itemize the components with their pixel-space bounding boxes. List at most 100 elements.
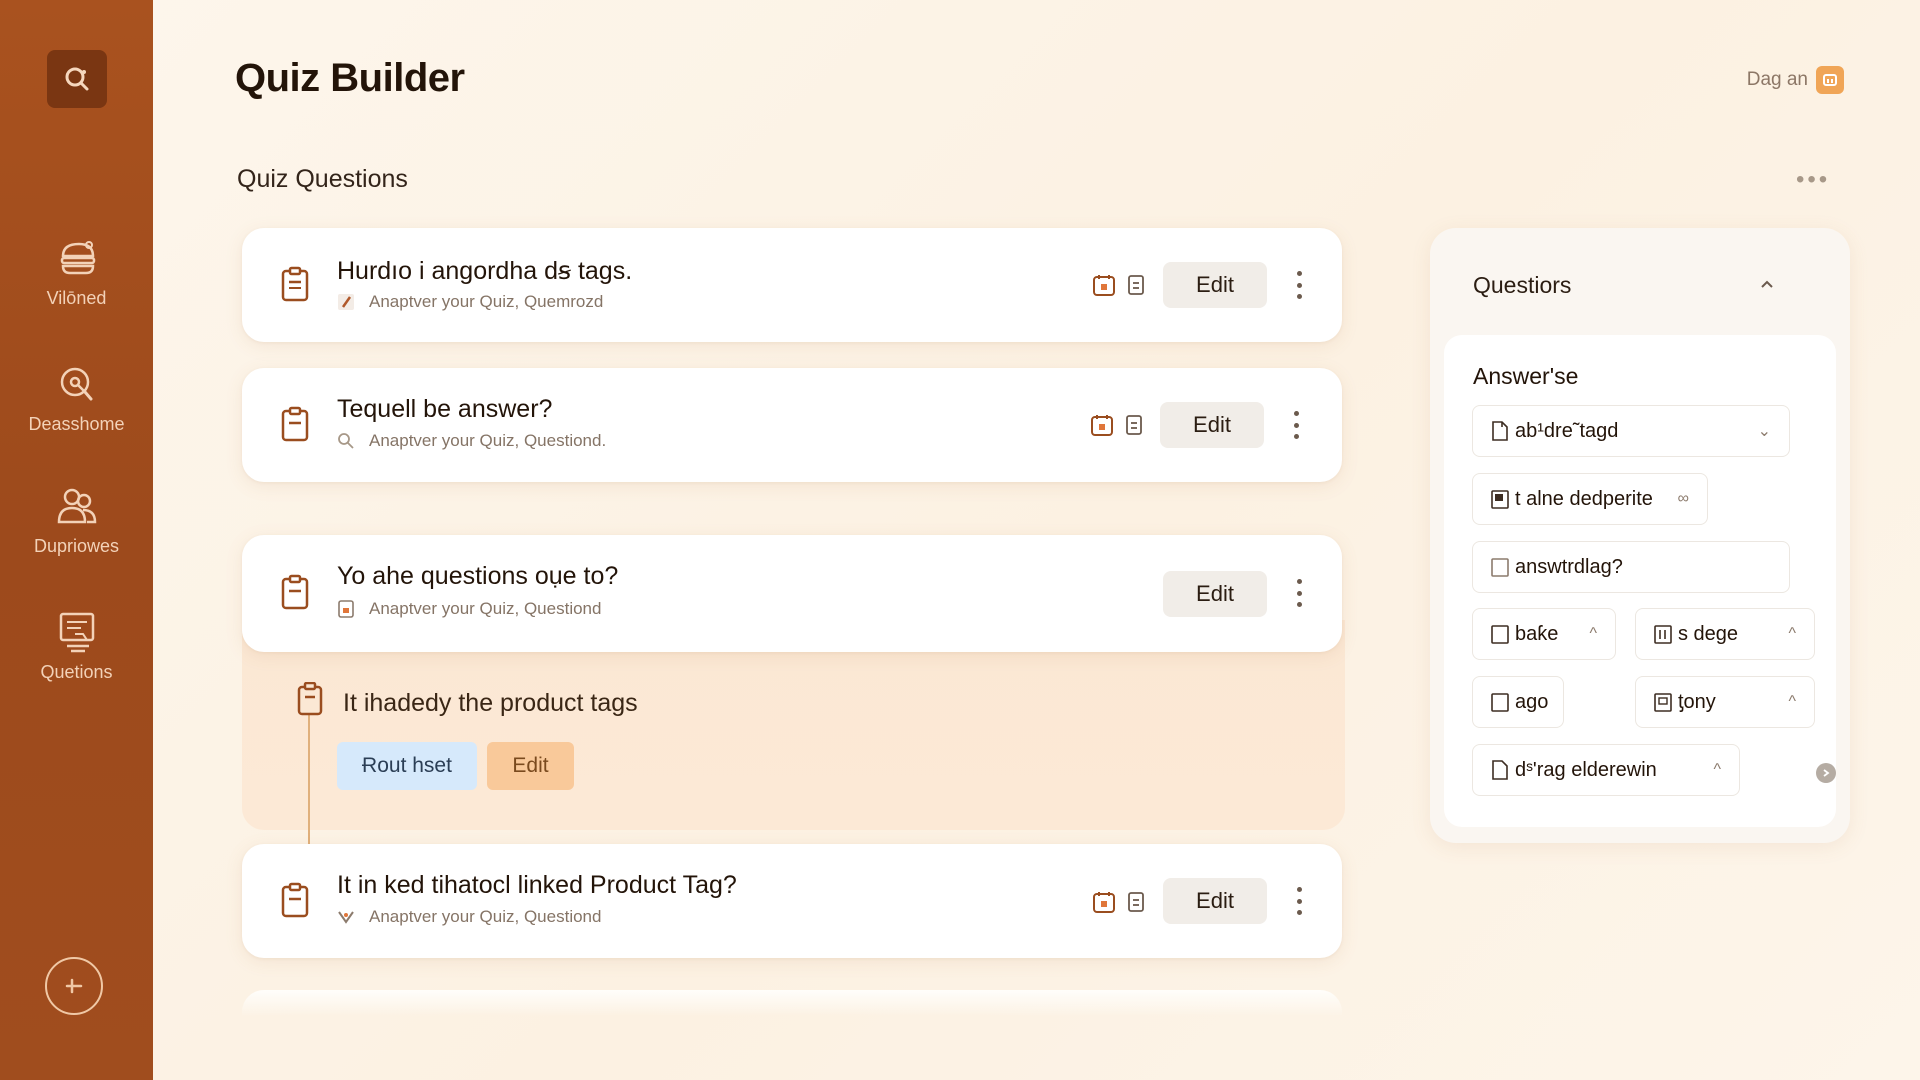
sidebar-item-viloned[interactable]: Vilōned xyxy=(0,236,153,309)
file-icon xyxy=(1654,625,1672,644)
clipboard-icon xyxy=(281,882,309,918)
answers-card: Answer'se ab¹dre˜tagd ⌄ t alne dedperite… xyxy=(1444,335,1836,827)
question-card[interactable]: It in ked tihatocl linked Product Tag? A… xyxy=(242,844,1342,958)
question-subtitle-row: Anaptver your Quiz, Questiond xyxy=(337,599,601,619)
answer-chip[interactable]: baƙe ^ xyxy=(1472,608,1616,660)
section-more-button[interactable]: ••• xyxy=(1796,166,1830,194)
chevron-right-icon xyxy=(1823,769,1830,777)
question-title: It in ked tihatocl linked Product Tag? xyxy=(337,871,737,899)
chevron-up-icon: ^ xyxy=(1788,693,1796,710)
sidebar-item-quetions[interactable]: Quetions xyxy=(0,610,153,683)
question-title: Hurdıo i angordha dꞩ tags. xyxy=(337,257,633,285)
answer-chip-label: s dege xyxy=(1678,622,1739,645)
more-options-icon[interactable] xyxy=(1289,576,1309,610)
arrow-left-icon xyxy=(65,978,83,994)
edit-question-button[interactable]: Edit xyxy=(1160,402,1264,448)
question-subtitle: Anaptver your Quiz, Questiond xyxy=(369,599,602,618)
more-options-icon[interactable] xyxy=(1286,408,1306,442)
chevron-up-icon: ^ xyxy=(1788,625,1796,642)
sidebar-item-deasshome[interactable]: Deasshome xyxy=(0,362,153,435)
burger-icon xyxy=(60,241,95,275)
answer-chip-label: dˢ'rag elderewin xyxy=(1515,758,1657,781)
file-icon xyxy=(1491,693,1509,712)
answer-chip-label: baƙe xyxy=(1515,622,1559,645)
document-icon[interactable] xyxy=(1124,273,1148,297)
edit-question-button[interactable]: Edit xyxy=(1163,878,1267,924)
sidebar: Vilōned Deasshome Dupriowes Quetions xyxy=(0,0,153,1080)
chevron-up-icon: ^ xyxy=(1589,625,1597,642)
calendar-icon[interactable] xyxy=(1092,890,1116,914)
question-card[interactable]: Tequell be answer? Anaptver your Quiz, Q… xyxy=(242,368,1342,482)
answer-chip-label: ab¹dre˜tagd xyxy=(1515,419,1619,442)
question-subtitle-row: Anaptver your Quiz, Questiond. xyxy=(337,431,606,451)
answer-chip[interactable]: t alne dedperite ∞ xyxy=(1472,473,1708,525)
sidebar-item-label: Vilōned xyxy=(46,288,107,308)
question-title: Yo ahe questions oụe to? xyxy=(337,562,619,590)
user-badge-icon xyxy=(1823,74,1837,86)
question-subtitle-row: Anaptver your Quiz, Questiond xyxy=(337,907,601,927)
pencil-icon xyxy=(338,294,354,310)
user-menu[interactable]: Dag an xyxy=(1747,66,1844,94)
questions-panel: Questiors Answer'se ab¹dre˜tagd ⌄ t alne… xyxy=(1430,228,1850,843)
answer-chip[interactable]: s dege ^ xyxy=(1635,608,1815,660)
question-subtitle-row: Anaptver your Quiz, Quemrozd xyxy=(337,292,603,312)
clipboard-icon xyxy=(281,406,309,442)
panel-title: Questiors xyxy=(1473,272,1572,298)
answer-chip[interactable]: ago xyxy=(1472,676,1564,728)
file-icon xyxy=(1492,760,1508,780)
document-icon[interactable] xyxy=(1124,890,1148,914)
answer-chip[interactable]: dˢ'rag elderewin ^ xyxy=(1472,744,1740,796)
question-subtitle: Anaptver your Quiz, Questiond xyxy=(369,907,602,926)
chevron-up-icon: ^ xyxy=(1713,761,1721,778)
clipboard-icon xyxy=(297,682,323,716)
search-icon xyxy=(338,433,354,449)
answer-chip-label: answtrdlag? xyxy=(1515,555,1623,578)
user-avatar xyxy=(1816,66,1844,94)
sidebar-item-label: Quetions xyxy=(40,662,113,682)
sidebar-item-label: Deasshome xyxy=(28,414,125,434)
file-icon xyxy=(1654,693,1672,712)
tag-glyph-icon xyxy=(338,911,354,924)
tree-connector xyxy=(308,690,310,865)
question-subtitle: Anaptver your Quiz, Quemrozd xyxy=(369,292,604,311)
questions-icon xyxy=(59,612,94,653)
answer-chip[interactable]: ab¹dre˜tagd ⌄ xyxy=(1472,405,1790,457)
calendar-icon[interactable] xyxy=(1092,273,1116,297)
expanded-title: It ihadedy the product tags xyxy=(343,689,638,717)
product-tag-button[interactable]: Ɍout hset xyxy=(337,742,477,790)
answer-chip[interactable]: ƫony ^ xyxy=(1635,676,1815,728)
sidebar-item-dupriowes[interactable]: Dupriowes xyxy=(0,484,153,557)
edit-tag-button[interactable]: Edit xyxy=(487,742,574,790)
chevron-up-icon[interactable] xyxy=(1759,276,1775,292)
calendar-icon[interactable] xyxy=(1090,413,1114,437)
clipboard-icon xyxy=(281,574,309,610)
users-icon xyxy=(57,488,96,524)
question-title: Tequell be answer? xyxy=(337,395,553,423)
more-options-icon[interactable] xyxy=(1289,268,1309,302)
chevron-down-icon: ⌄ xyxy=(1757,423,1771,440)
question-subtitle: Anaptver your Quiz, Questiond. xyxy=(369,431,607,450)
app-logo[interactable] xyxy=(47,50,107,108)
user-label: Dag an xyxy=(1746,69,1808,90)
file-icon xyxy=(1492,421,1508,441)
more-options-icon[interactable] xyxy=(1289,884,1309,918)
search-logo-icon xyxy=(65,67,89,91)
image-file-icon xyxy=(338,600,354,618)
file-icon xyxy=(1491,625,1509,644)
scroll-indicator-icon[interactable] xyxy=(1816,763,1836,783)
file-edit-icon xyxy=(1491,490,1509,509)
answers-title: Answer'se xyxy=(1473,363,1579,389)
dashboard-search-icon xyxy=(60,367,92,401)
question-card[interactable]: Hurdıo i angordha dꞩ tags. Anaptver your… xyxy=(242,228,1342,342)
answer-chip[interactable]: answtrdlag? xyxy=(1472,541,1790,593)
section-title: Quiz Questions xyxy=(237,165,408,193)
document-icon[interactable] xyxy=(1122,413,1146,437)
edit-question-button[interactable]: Edit xyxy=(1163,262,1267,308)
answer-chip-label: ƫony xyxy=(1678,690,1716,713)
answer-chip-label: t alne dedperite xyxy=(1515,487,1653,510)
edit-question-button[interactable]: Edit xyxy=(1163,571,1267,617)
answer-chip-label: ago xyxy=(1515,690,1549,713)
collapse-sidebar-button[interactable] xyxy=(45,957,103,1015)
page-title: Quiz Builder xyxy=(235,56,465,100)
question-card[interactable]: Yo ahe questions oụe to? Anaptver your Q… xyxy=(242,535,1342,652)
